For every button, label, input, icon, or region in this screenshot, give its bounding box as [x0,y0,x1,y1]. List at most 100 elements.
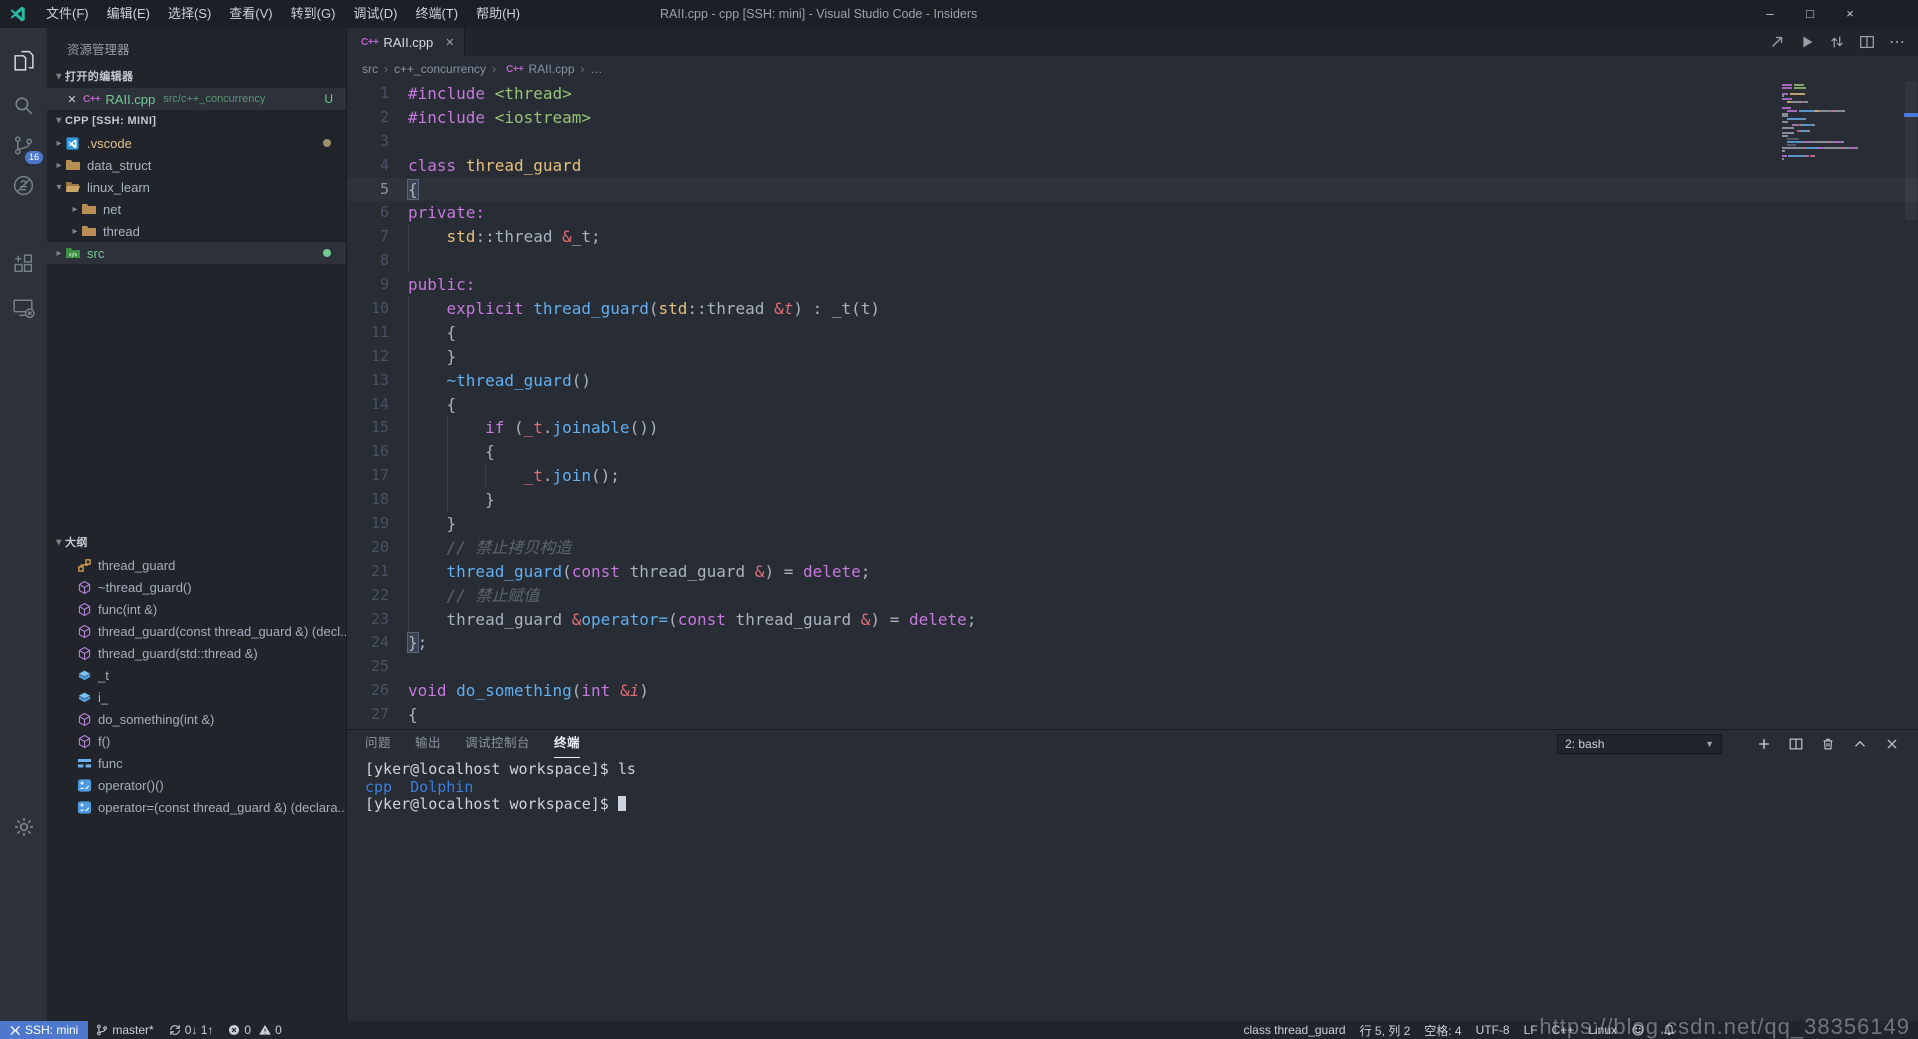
search-icon[interactable] [0,90,47,120]
menu-item[interactable]: 编辑(E) [98,6,159,21]
outline-item-operator[interactable]: operator()() [47,774,346,796]
source-control-icon[interactable]: 16 [0,130,47,160]
tree-item-.vscode[interactable]: ▸.vscode [47,132,346,154]
close-panel-icon[interactable] [1876,734,1908,754]
encoding-status[interactable]: UTF-8 [1469,1021,1517,1039]
tree-item-linux_learn[interactable]: ▾linux_learn [47,176,346,198]
menu-item[interactable]: 查看(V) [220,6,281,21]
split-editor-icon[interactable] [1852,28,1882,56]
tree-item-data_struct[interactable]: ▸data_struct [47,154,346,176]
open-editor-item[interactable]: ✕ C++ RAII.cpp src/c++_concurrency U [47,88,346,110]
code-line[interactable]: 1#include <thread> [347,82,1918,106]
split-terminal-icon[interactable] [1780,734,1812,754]
code-editor[interactable]: 1#include <thread>2#include <iostream>34… [347,82,1918,729]
close-icon[interactable]: × [1830,0,1870,28]
maximize-icon[interactable]: □ [1790,0,1830,28]
breadcrumb-item[interactable]: RAII.cpp [528,62,574,76]
run-file-icon[interactable] [1792,28,1822,56]
more-actions-icon[interactable]: ⋯ [1882,28,1912,56]
code-line[interactable]: 23 thread_guard &operator=(const thread_… [347,608,1918,632]
folder-section-header[interactable]: ▾ CPP [SSH: MINI] [47,110,346,132]
code-line[interactable]: 10 explicit thread_guard(std::thread &t)… [347,297,1918,321]
code-line[interactable]: 21 thread_guard(const thread_guard &) = … [347,560,1918,584]
code-line[interactable]: 4class thread_guard [347,154,1918,178]
tree-item-src[interactable]: ▸src [47,242,346,264]
breadcrumb-item[interactable]: src [362,62,378,76]
indentation-status[interactable]: 空格: 4 [1417,1021,1468,1039]
cursor-position-status[interactable]: 行 5, 列 2 [1353,1021,1418,1039]
minimize-icon[interactable]: – [1750,0,1790,28]
git-branch-status[interactable]: master* [88,1021,160,1039]
outline-item-method[interactable]: do_something(int &) [47,708,346,730]
breadcrumb-item[interactable]: … [591,62,603,76]
outline-item-method[interactable]: func(int &) [47,598,346,620]
code-line[interactable]: 27{ [347,703,1918,727]
remote-explorer-icon[interactable] [0,292,47,322]
menu-item[interactable]: 转到(G) [282,6,345,21]
code-line[interactable]: 13 ~thread_guard() [347,369,1918,393]
code-line[interactable]: 5{ [347,178,1918,202]
symbol-status[interactable]: class thread_guard [1237,1021,1353,1039]
debug-disabled-icon[interactable] [0,170,47,200]
code-line[interactable]: 3 [347,130,1918,154]
extensions-icon[interactable] [0,248,47,278]
tree-item-net[interactable]: ▸net [47,198,346,220]
outline-item-method[interactable]: ~thread_guard() [47,576,346,598]
code-line[interactable]: 8 [347,249,1918,273]
code-line[interactable]: 18 } [347,488,1918,512]
explorer-icon[interactable] [0,45,47,75]
tab-raii-cpp[interactable]: C++ RAII.cpp ✕ [347,28,465,56]
close-editor-icon[interactable]: ✕ [65,93,79,106]
outline-item-operator[interactable]: operator=(const thread_guard &) (declara… [47,796,346,818]
code-line[interactable]: 6private: [347,201,1918,225]
kill-terminal-icon[interactable] [1812,734,1844,754]
outline-item-method[interactable]: thread_guard(std::thread &) [47,642,346,664]
menu-item[interactable]: 调试(D) [344,6,406,21]
breadcrumb-item[interactable]: c++_concurrency [394,62,486,76]
menu-item[interactable]: 终端(T) [406,6,467,21]
code-line[interactable]: 19 } [347,512,1918,536]
panel-tab-终端[interactable]: 终端 [554,730,580,758]
editor-scrollbar[interactable] [1904,82,1918,729]
code-line[interactable]: 16 { [347,440,1918,464]
menu-item[interactable]: 帮助(H) [467,6,529,21]
panel-tab-问题[interactable]: 问题 [365,730,391,758]
git-sync-status[interactable]: 0↓ 1↑ [161,1021,221,1039]
outline-item-field[interactable]: i_ [47,686,346,708]
outline-item-method[interactable]: thread_guard(const thread_guard &) (decl… [47,620,346,642]
terminal-shell-select[interactable]: 2: bash ▼ [1557,734,1722,754]
code-line[interactable]: 24}; [347,631,1918,655]
tab-close-icon[interactable]: ✕ [445,36,454,49]
outline-header[interactable]: ▾ 大纲 [47,532,346,554]
menu-item[interactable]: 选择(S) [159,6,220,21]
run-code-icon[interactable] [1762,28,1792,56]
code-line[interactable]: 22 // 禁止赋值 [347,584,1918,608]
outline-item-method[interactable]: f() [47,730,346,752]
code-line[interactable]: 25 [347,655,1918,679]
open-editors-header[interactable]: ▾ 打开的编辑器 [47,66,346,88]
terminal-output[interactable]: [yker@localhost workspace]$ lscpp Dolphi… [365,761,1898,1021]
problems-status[interactable]: 0 0 [220,1021,288,1039]
tree-item-thread[interactable]: ▸thread [47,220,346,242]
outline-item-struct[interactable]: func [47,752,346,774]
panel-tab-输出[interactable]: 输出 [415,730,441,758]
outline-item-class[interactable]: thread_guard [47,554,346,576]
scrollbar-thumb[interactable] [1905,82,1917,220]
panel-tab-调试控制台[interactable]: 调试控制台 [465,730,530,758]
code-line[interactable]: 9public: [347,273,1918,297]
open-changes-icon[interactable] [1822,28,1852,56]
remote-indicator[interactable]: SSH: mini [0,1021,88,1039]
code-line[interactable]: 2#include <iostream> [347,106,1918,130]
code-line[interactable]: 12 } [347,345,1918,369]
outline-item-field[interactable]: _t [47,664,346,686]
minimap[interactable] [1782,84,1904,724]
code-line[interactable]: 26void do_something(int &i) [347,679,1918,703]
new-terminal-icon[interactable] [1748,734,1780,754]
code-line[interactable]: 11 { [347,321,1918,345]
code-line[interactable]: 14 { [347,393,1918,417]
code-line[interactable]: 7 std::thread &_t; [347,225,1918,249]
code-line[interactable]: 15 if (_t.joinable()) [347,416,1918,440]
code-line[interactable]: 17 _t.join(); [347,464,1918,488]
manage-gear-icon[interactable] [0,812,47,842]
menu-item[interactable]: 文件(F) [37,6,98,21]
